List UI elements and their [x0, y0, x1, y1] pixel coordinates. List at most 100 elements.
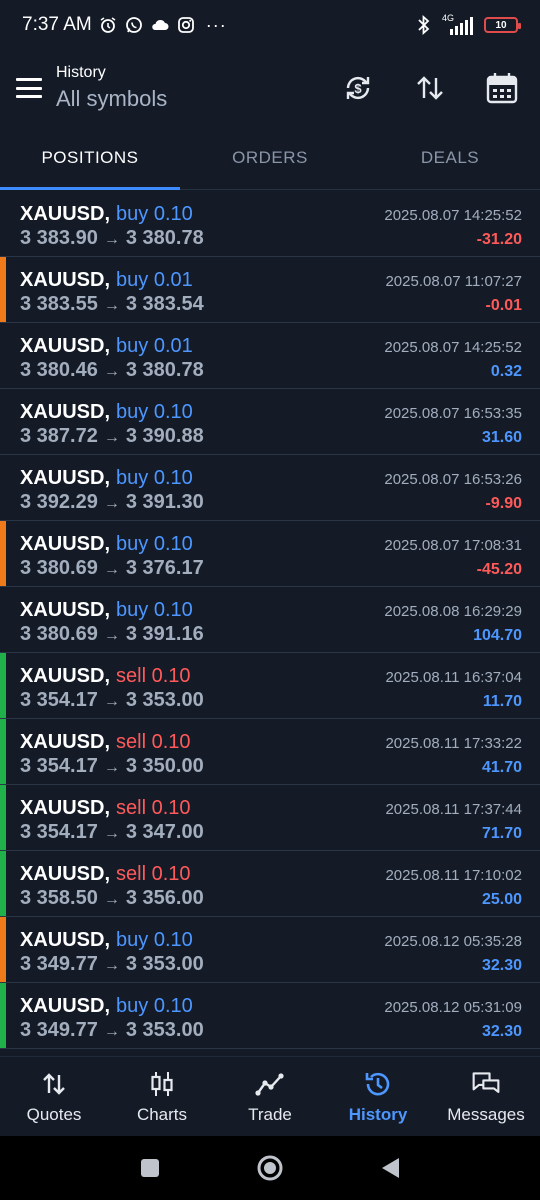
- position-prices: 3 354.17 → 3 347.00: [20, 821, 204, 844]
- position-row[interactable]: XAUUSD, sell 0.10 2025.08.11 17:37:44 3 354…: [0, 785, 540, 851]
- position-row[interactable]: XAUUSD, buy 0.01 2025.08.07 11:07:27 3 383.…: [0, 257, 540, 323]
- arrow-right-icon: →: [103, 627, 120, 644]
- cloud-icon: [150, 15, 170, 35]
- nav-trade[interactable]: Trade: [216, 1057, 324, 1136]
- arrow-right-icon: →: [103, 759, 120, 776]
- app-header: History All symbols $: [0, 50, 540, 126]
- bottom-nav: Quotes Charts Trade History Messages: [0, 1056, 540, 1136]
- position-symbol: XAUUSD,: [20, 599, 111, 621]
- trade-icon: [255, 1069, 285, 1099]
- position-open-price: 3 383.55: [20, 293, 98, 315]
- symbol-filter[interactable]: All symbols: [56, 86, 167, 112]
- nav-history[interactable]: History: [324, 1057, 432, 1136]
- svg-text:$: $: [354, 81, 362, 96]
- nav-quotes[interactable]: Quotes: [0, 1057, 108, 1136]
- home-button[interactable]: [255, 1153, 285, 1183]
- arrow-right-icon: →: [103, 693, 120, 710]
- nav-messages[interactable]: Messages: [432, 1057, 540, 1136]
- tab-orders[interactable]: ORDERS: [180, 126, 360, 189]
- status-notification-icons: [98, 15, 196, 35]
- position-status-bar: [0, 785, 6, 850]
- position-side-volume: buy 0.10: [116, 533, 193, 555]
- arrow-right-icon: →: [103, 363, 120, 380]
- position-status-bar: [0, 257, 6, 322]
- nav-history-label: History: [348, 1104, 408, 1124]
- position-side-volume: buy 0.10: [116, 401, 193, 423]
- position-side-volume: sell 0.10: [116, 863, 191, 885]
- positions-list: XAUUSD, buy 0.10 2025.08.07 14:25:52 3 383.…: [0, 191, 540, 1049]
- position-symbol: XAUUSD,: [20, 203, 111, 225]
- nav-quotes-label: Quotes: [26, 1104, 82, 1124]
- nav-charts-label: Charts: [136, 1104, 188, 1124]
- position-time: 2025.08.07 14:25:52: [384, 339, 522, 356]
- arrow-right-icon: →: [103, 561, 120, 578]
- position-time: 2025.08.12 05:35:28: [384, 933, 522, 950]
- position-status-bar: [0, 917, 6, 982]
- position-open-price: 3 380.69: [20, 623, 98, 645]
- position-profit: -31.20: [476, 231, 522, 248]
- position-open-price: 3 354.17: [20, 689, 98, 711]
- position-close-price: 3 380.78: [125, 359, 204, 381]
- position-symbol: XAUUSD,: [20, 665, 111, 687]
- position-row[interactable]: XAUUSD, buy 0.10 2025.08.07 14:25:52 3 383.…: [0, 191, 540, 257]
- position-open-price: 3 358.50: [20, 887, 98, 909]
- position-row[interactable]: XAUUSD, sell 0.10 2025.08.11 17:33:22 3 354…: [0, 719, 540, 785]
- position-time: 2025.08.07 17:08:31: [384, 537, 522, 554]
- position-prices: 3 349.77 → 3 353.00: [20, 1019, 204, 1042]
- calendar-icon[interactable]: [484, 70, 520, 106]
- history-tabs: POSITIONS ORDERS DEALS: [0, 126, 540, 190]
- nav-charts[interactable]: Charts: [108, 1057, 216, 1136]
- position-row[interactable]: XAUUSD, sell 0.10 2025.08.11 16:37:04 3 354…: [0, 653, 540, 719]
- position-prices: 3 380.69 → 3 391.16: [20, 623, 204, 646]
- history-icon: [363, 1069, 393, 1099]
- sync-currency-icon[interactable]: $: [340, 70, 376, 106]
- recents-button[interactable]: [135, 1153, 165, 1183]
- menu-icon[interactable]: [16, 78, 42, 98]
- arrow-right-icon: →: [103, 495, 120, 512]
- back-button[interactable]: [375, 1153, 405, 1183]
- more-notifications-icon: ···: [205, 14, 227, 35]
- position-row[interactable]: XAUUSD, buy 0.10 2025.08.12 05:35:28 3 349.…: [0, 917, 540, 983]
- position-row[interactable]: XAUUSD, buy 0.10 2025.08.08 16:29:29 3 380.…: [0, 587, 540, 653]
- position-row[interactable]: XAUUSD, buy 0.01 2025.08.07 14:25:52 3 380.…: [0, 323, 540, 389]
- system-nav-bar: [0, 1136, 540, 1200]
- position-prices: 3 380.46 → 3 380.78: [20, 359, 204, 382]
- position-row[interactable]: XAUUSD, sell 0.10 2025.08.11 17:10:02 3 358…: [0, 851, 540, 917]
- position-side-volume: buy 0.01: [116, 335, 193, 357]
- position-row[interactable]: XAUUSD, buy 0.10 2025.08.07 17:08:31 3 380.…: [0, 521, 540, 587]
- position-symbol: XAUUSD,: [20, 797, 111, 819]
- position-profit: 31.60: [481, 429, 522, 446]
- position-profit: 0.32: [490, 363, 522, 380]
- battery-icon: 10: [484, 17, 521, 33]
- instagram-icon: [176, 15, 196, 35]
- position-profit: -45.20: [476, 561, 522, 578]
- position-side-volume: buy 0.10: [116, 995, 193, 1017]
- status-time: 7:37 AM: [22, 14, 92, 35]
- position-close-price: 3 391.16: [125, 623, 204, 645]
- position-row[interactable]: XAUUSD, buy 0.10 2025.08.07 16:53:35 3 387.…: [0, 389, 540, 455]
- position-profit: 41.70: [481, 759, 522, 776]
- position-row[interactable]: XAUUSD, buy 0.10 2025.08.12 05:31:09 3 349.…: [0, 983, 540, 1049]
- position-side-volume: buy 0.10: [116, 929, 193, 951]
- alarm-icon: [98, 15, 118, 35]
- position-close-price: 3 353.00: [125, 953, 204, 975]
- position-symbol: XAUUSD,: [20, 467, 111, 489]
- position-row[interactable]: XAUUSD, buy 0.10 2025.08.07 16:53:26 3 392.…: [0, 455, 540, 521]
- signal-icon: 4G: [442, 13, 476, 35]
- charts-icon: [147, 1069, 177, 1099]
- position-profit: 32.30: [481, 1023, 522, 1040]
- status-bar: 7:37 AM ··· 4G 10: [0, 0, 540, 50]
- position-symbol: XAUUSD,: [20, 533, 111, 555]
- header-actions: $: [340, 70, 524, 106]
- position-profit: 71.70: [481, 825, 522, 842]
- tab-positions[interactable]: POSITIONS: [0, 126, 180, 190]
- position-symbol: XAUUSD,: [20, 335, 111, 357]
- position-prices: 3 354.17 → 3 350.00: [20, 755, 204, 778]
- position-prices: 3 380.69 → 3 376.17: [20, 557, 204, 580]
- sort-icon[interactable]: [412, 70, 448, 106]
- tab-deals[interactable]: DEALS: [360, 126, 540, 189]
- position-profit: -0.01: [485, 297, 522, 314]
- position-close-price: 3 376.17: [125, 557, 204, 579]
- position-time: 2025.08.11 16:37:04: [385, 669, 522, 686]
- position-profit: -9.90: [485, 495, 522, 512]
